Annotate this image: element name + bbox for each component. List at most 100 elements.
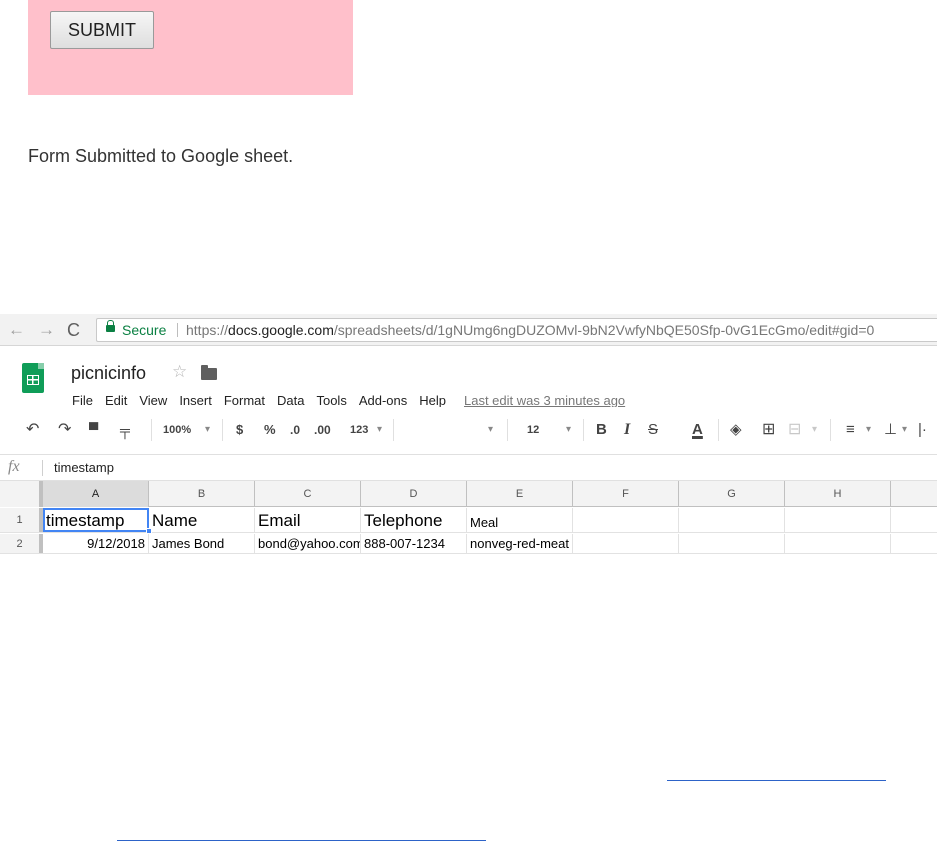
document-title[interactable]: picnicinfo [71,363,146,384]
submit-button[interactable]: SUBMIT [50,11,154,49]
toolbar-divider [393,419,394,441]
lock-icon [106,320,115,332]
redo-icon[interactable]: ↷ [58,421,71,439]
url-scheme: https:// [186,322,229,338]
star-icon[interactable]: ☆ [172,362,187,382]
cell-g1[interactable] [679,508,785,532]
browser-screenshot: ← → C Secure https://docs.google.com/spr… [0,314,937,558]
column-header-d[interactable]: D [361,481,467,507]
row-header[interactable]: 1 [0,508,43,532]
borders-icon[interactable]: ⊞ [762,421,775,439]
folder-icon[interactable] [201,365,217,380]
column-header-g[interactable]: G [679,481,785,507]
forward-arrow-icon[interactable]: → [38,320,55,340]
row-header[interactable]: 2 [0,534,43,553]
cell-c1[interactable]: Email [255,508,361,532]
spreadsheet-grid: A B C D E F G H 1 timestamp Name Email T… [0,481,937,558]
font-size-chevron-down-icon[interactable]: ▾ [566,421,571,439]
cell-f2[interactable] [573,534,679,553]
menu-format[interactable]: Format [224,393,265,408]
cell-g2[interactable] [679,534,785,553]
cell-e1[interactable]: Meal [467,508,573,532]
italic-button[interactable]: I [624,421,630,439]
column-header-b[interactable]: B [149,481,255,507]
zoom-chevron-down-icon[interactable]: ▾ [205,421,210,439]
decrease-decimal-button[interactable]: .0 [290,421,300,439]
menu-bar: File Edit View Insert Format Data Tools … [72,393,637,408]
merge-cells-icon[interactable]: ⊟ [788,421,801,439]
cell-e2[interactable]: nonveg-red-meat [467,534,573,553]
more-formats-button[interactable]: 123 [350,421,368,439]
currency-format-button[interactable]: $ [236,421,243,439]
column-header-h[interactable]: H [785,481,891,507]
menu-view[interactable]: View [139,393,167,408]
paint-format-icon[interactable]: ╤ [120,421,130,439]
horizontal-align-icon[interactable]: ≡ [846,421,855,439]
cell-c2[interactable]: bond@yahoo.com [255,534,361,553]
toolbar-divider [507,419,508,441]
toolbar-divider [583,419,584,441]
toolbar-divider [830,419,831,441]
undo-icon[interactable]: ↶ [26,421,39,439]
text-color-button[interactable]: A [692,421,703,439]
sheets-logo-icon[interactable] [22,363,44,393]
reload-icon[interactable]: C [67,320,80,340]
bold-button[interactable]: B [596,421,607,439]
form-container: SUBMIT [28,0,353,95]
column-header-a[interactable]: A [43,481,149,507]
cell-b1[interactable]: Name [149,508,255,532]
column-header-f[interactable]: F [573,481,679,507]
cell-a1[interactable]: timestamp [43,508,149,532]
browser-toolbar: ← → C Secure https://docs.google.com/spr… [0,314,937,346]
menu-edit[interactable]: Edit [105,393,127,408]
formula-bar: fx timestamp [0,455,937,481]
sheet-toolbar: ↶ ↷ ▀ ╤ 100% ▾ $ % .0 .00 123 ▾ ▾ 12 ▾ B… [0,407,937,455]
font-size-select[interactable]: 12 [527,421,539,439]
fill-color-icon[interactable]: ◈ [730,421,742,439]
select-all-corner[interactable] [0,481,43,507]
strikethrough-button[interactable]: S [648,421,658,439]
align-chevron-down-icon[interactable]: ▾ [866,421,871,439]
vertical-align-icon[interactable]: ⊥ [884,421,897,439]
menu-insert[interactable]: Insert [179,393,212,408]
cell-h1[interactable] [785,508,891,532]
cell-a2[interactable]: 9/12/2018 [43,534,149,553]
menu-help[interactable]: Help [419,393,446,408]
formats-chevron-down-icon[interactable]: ▾ [377,421,382,439]
last-edit-link[interactable]: Last edit was 3 minutes ago [464,393,625,408]
cell-h2[interactable] [785,534,891,553]
column-header-c[interactable]: C [255,481,361,507]
percent-format-button[interactable]: % [264,421,276,439]
cell-d1[interactable]: Telephone [361,508,467,532]
menu-addons[interactable]: Add-ons [359,393,407,408]
increase-decimal-button[interactable]: .00 [314,421,331,439]
cell-b2[interactable]: James Bond [149,534,255,553]
formula-divider [42,460,43,476]
page: SUBMIT Form Submitted to Google sheet. ←… [0,0,937,841]
font-chevron-down-icon[interactable]: ▾ [488,421,493,439]
column-header-row: A B C D E F G H [0,481,937,507]
cell-f1[interactable] [573,508,679,532]
menu-tools[interactable]: Tools [316,393,346,408]
merge-chevron-down-icon[interactable]: ▾ [812,421,817,439]
column-header-e[interactable]: E [467,481,573,507]
table-row: 2 9/12/2018 James Bond bond@yahoo.com 88… [0,534,937,554]
toolbar-divider [718,419,719,441]
back-arrow-icon[interactable]: ← [8,320,25,340]
menu-file[interactable]: File [72,393,93,408]
secure-label: Secure [122,322,167,338]
form-status-message: Form Submitted to Google sheet. [28,146,294,166]
valign-chevron-down-icon[interactable]: ▾ [902,421,907,439]
zoom-select[interactable]: 100% [163,421,191,439]
cell-d2[interactable]: 888-007-1234 [361,534,467,553]
blank-link[interactable] [667,780,886,781]
menu-data[interactable]: Data [277,393,304,408]
address-bar[interactable]: Secure https://docs.google.com/spreadshe… [96,318,937,342]
function-icon: fx [8,458,20,475]
url-path: /spreadsheets/d/1gNUmg6ngDUZOMvl-9bN2Vwf… [333,322,875,338]
print-icon[interactable]: ▀ [89,421,98,439]
formula-input[interactable]: timestamp [54,460,114,475]
table-row: 1 timestamp Name Email Telephone Meal [0,508,937,534]
url-text: https://docs.google.com/spreadsheets/d/1… [186,319,874,341]
text-wrap-icon[interactable]: |· [918,421,927,439]
